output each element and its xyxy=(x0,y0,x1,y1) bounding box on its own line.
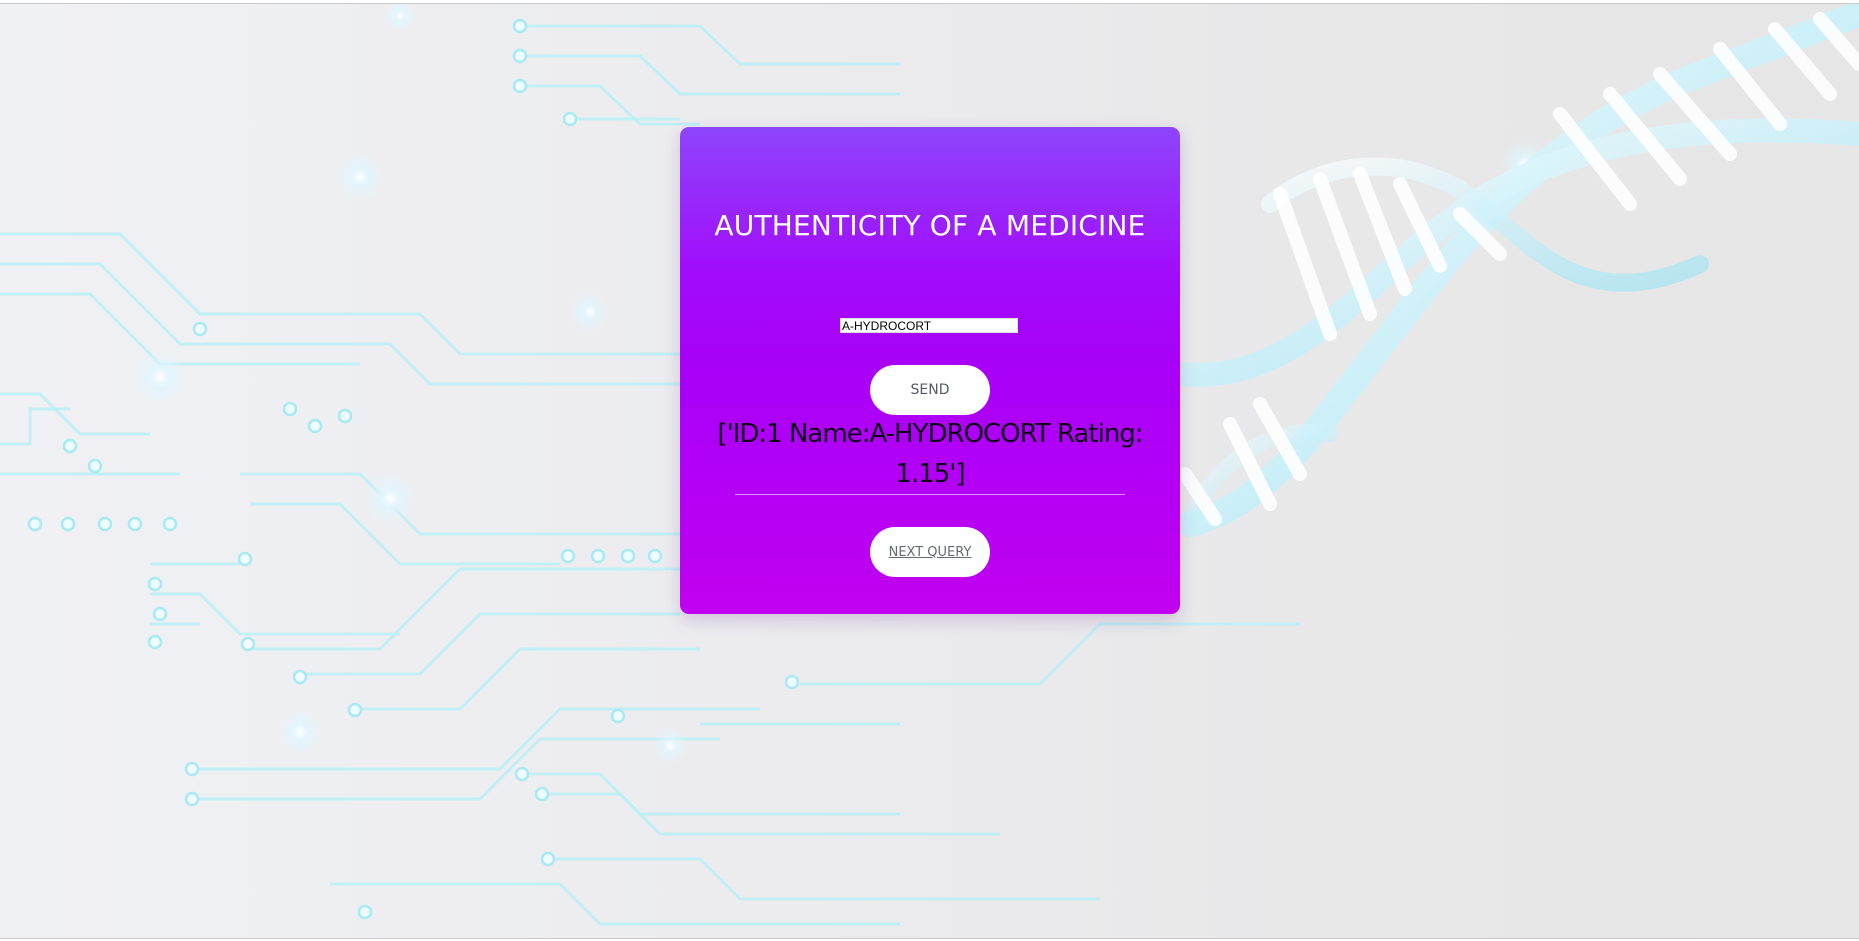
send-button[interactable]: SEND xyxy=(870,365,990,415)
divider xyxy=(735,494,1125,495)
dna-helix-graphic xyxy=(1168,4,1859,537)
page-title: AUTHENTICITY OF A MEDICINE xyxy=(714,209,1146,242)
page-viewport: AUTHENTICITY OF A MEDICINE SEND ['ID:1 N… xyxy=(0,3,1859,939)
medicine-name-input[interactable] xyxy=(840,318,1018,333)
result-text: ['ID:1 Name:A-HYDROCORT Rating: 1.15'] xyxy=(717,419,1143,489)
next-query-button[interactable]: NEXT QUERY xyxy=(870,527,990,577)
medicine-check-card: AUTHENTICITY OF A MEDICINE SEND ['ID:1 N… xyxy=(680,127,1180,614)
